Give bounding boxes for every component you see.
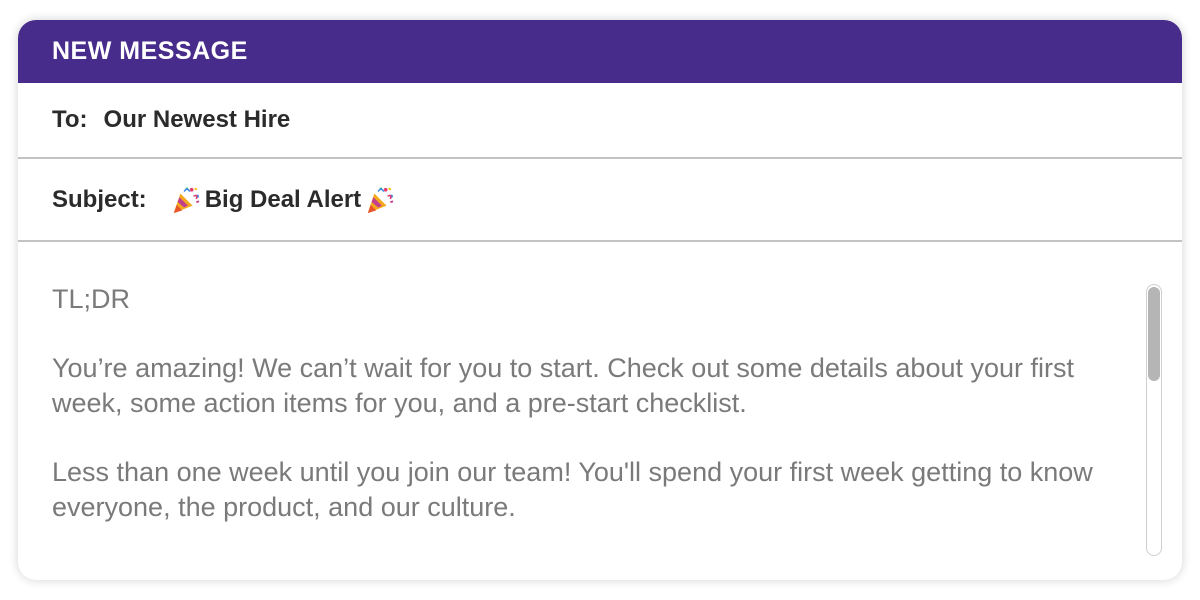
compose-header: NEW MESSAGE [18, 20, 1182, 83]
compose-title: NEW MESSAGE [52, 37, 248, 65]
party-popper-icon [367, 186, 394, 213]
to-value[interactable]: Our Newest Hire [104, 106, 291, 134]
scrollbar-thumb[interactable] [1148, 287, 1160, 381]
body-paragraph: Less than one week until you join our te… [52, 457, 1093, 522]
to-field[interactable]: To: Our Newest Hire [18, 83, 1182, 159]
message-body[interactable]: TL;DR You’re amazing! We can’t wait for … [18, 242, 1182, 525]
to-label: To: [52, 106, 88, 133]
subject-value[interactable]: Big Deal Alert [167, 185, 399, 215]
subject-text: Big Deal Alert [204, 185, 362, 213]
subject-label: Subject: [52, 185, 147, 213]
body-paragraph: You’re amazing! We can’t wait for you to… [52, 353, 1074, 418]
message-scrollbar[interactable] [1146, 284, 1162, 556]
body-paragraph: TL;DR [52, 284, 131, 314]
subject-field[interactable]: Subject: Big Deal Alert [18, 159, 1182, 242]
compose-window: NEW MESSAGE To: Our Newest Hire Subject:… [18, 20, 1182, 580]
party-popper-icon [173, 186, 200, 213]
